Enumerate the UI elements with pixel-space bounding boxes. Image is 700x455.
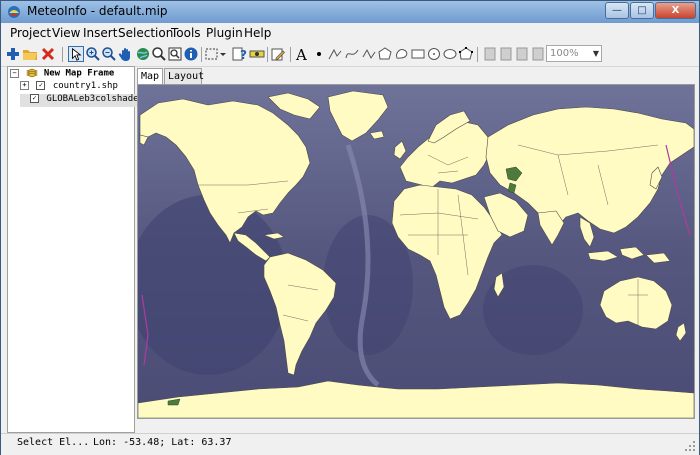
ellipse-tool-icon[interactable] (442, 46, 458, 62)
status-bar: Select El... Lon: -53.48; Lat: 63.37 (1, 433, 699, 455)
pan-hand-icon[interactable] (118, 46, 134, 62)
menu-insert[interactable]: Insert (83, 26, 117, 40)
map-view[interactable] (137, 84, 695, 419)
dropdown-arrow-icon[interactable] (218, 46, 228, 62)
tab-layout[interactable]: Layout (164, 68, 204, 84)
help-query-icon[interactable]: ? (232, 46, 248, 62)
layers-legend-panel: − New Map Frame + ✓ country1.shp ✓ GLOBA… (7, 66, 161, 433)
main-window: MeteoInfo - default.mip — □ X Project Vi… (0, 0, 700, 455)
minimize-button[interactable]: — (605, 2, 629, 19)
freehand-tool-icon[interactable] (361, 46, 377, 62)
add-layer-icon[interactable] (5, 46, 21, 62)
full-extent-globe-icon[interactable] (135, 46, 151, 62)
resize-grip-icon[interactable] (685, 441, 696, 452)
menu-view[interactable]: View (52, 26, 80, 40)
select-pointer-icon[interactable] (68, 46, 84, 62)
map-frame-node[interactable]: − New Map Frame (10, 68, 114, 81)
menu-bar: Project View Insert Selection Tools Plug… (1, 24, 699, 44)
curve-tool-icon[interactable] (344, 46, 360, 62)
layout-zoom-out-icon[interactable] (514, 46, 530, 62)
tab-map[interactable]: Map (137, 68, 163, 85)
menu-plugin[interactable]: Plugin (206, 26, 243, 40)
collapse-toggle-icon[interactable]: − (10, 68, 19, 78)
menu-help[interactable]: Help (244, 26, 271, 40)
zoom-out-icon[interactable] (101, 46, 117, 62)
open-folder-icon[interactable] (22, 46, 38, 62)
circle-tool-icon[interactable] (426, 46, 442, 62)
title-bar[interactable]: MeteoInfo - default.mip — □ X (1, 1, 699, 23)
point-tool-icon[interactable] (311, 46, 327, 62)
map-frame-label: New Map Frame (43, 68, 115, 79)
polygon-tool-icon[interactable] (377, 46, 393, 62)
menu-project[interactable]: Project (10, 26, 51, 40)
measure-ruler-icon[interactable] (249, 46, 265, 62)
zoom-in-icon[interactable] (85, 46, 101, 62)
world-map-canvas[interactable] (138, 85, 694, 418)
layout-fit-icon[interactable] (530, 46, 546, 62)
window-title: MeteoInfo - default.mip (27, 4, 168, 18)
edit-pencil-icon[interactable] (270, 46, 286, 62)
chevron-down-icon[interactable]: ▼ (593, 46, 599, 61)
maximize-button[interactable]: □ (630, 2, 654, 19)
curve-polygon-tool-icon[interactable] (394, 46, 410, 62)
status-coordinates: Lon: -53.48; Lat: 63.37 (93, 437, 232, 448)
close-button[interactable]: X (655, 2, 696, 19)
meteoinfo-app-icon (8, 6, 20, 18)
svg-text:?: ? (240, 48, 247, 62)
layer-item[interactable]: + ✓ country1.shp (20, 81, 118, 94)
expand-toggle-icon[interactable]: + (20, 81, 29, 90)
rectangle-tool-icon[interactable] (410, 46, 426, 62)
svg-text:A: A (295, 46, 307, 62)
layer-visibility-checkbox[interactable]: ✓ (36, 81, 46, 90)
menu-tools[interactable]: Tools (171, 26, 201, 40)
menu-selection[interactable]: Selection (118, 26, 173, 40)
zoom-layer-icon[interactable] (151, 46, 167, 62)
text-tool-icon[interactable]: A (294, 46, 310, 62)
identify-info-icon[interactable] (183, 46, 199, 62)
zoom-level-combo[interactable]: 100% ▼ (546, 45, 602, 62)
layout-page-icon[interactable] (482, 46, 498, 62)
zoom-level-value: 100% (550, 48, 579, 59)
status-tool: Select El... (17, 437, 90, 448)
zoom-selected-icon[interactable] (167, 46, 183, 62)
layout-zoom-in-icon[interactable] (498, 46, 514, 62)
layer-visibility-checkbox[interactable]: ✓ (30, 94, 39, 103)
view-tabs: Map Layout (137, 68, 697, 85)
edit-vertices-icon[interactable] (458, 46, 474, 62)
remove-layer-icon[interactable] (40, 46, 56, 62)
layer-label: country1.shp (52, 81, 118, 91)
line-tool-icon[interactable] (327, 46, 343, 62)
map-frame-icon (26, 68, 39, 78)
